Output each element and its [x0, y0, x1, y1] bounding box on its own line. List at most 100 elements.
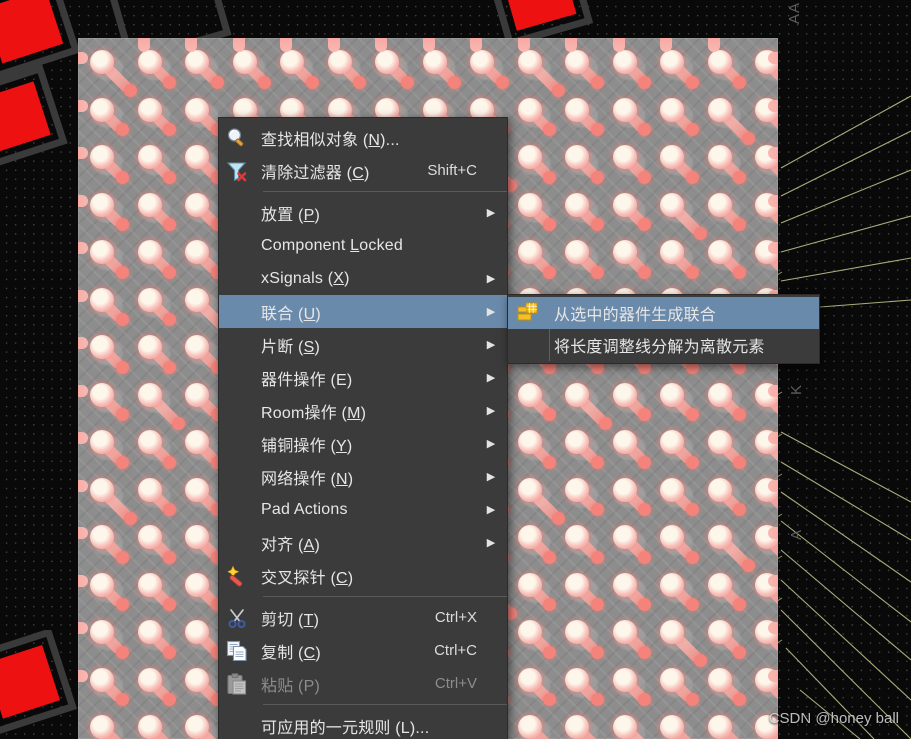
bga-pad[interactable]	[557, 470, 605, 518]
bga-pad[interactable]	[130, 280, 178, 328]
bga-pad[interactable]	[605, 375, 653, 423]
bga-pad[interactable]	[605, 232, 653, 280]
bga-pad[interactable]	[605, 90, 653, 138]
bga-pad[interactable]	[557, 90, 605, 138]
menu-item[interactable]: 器件操作 (E) ▶	[219, 361, 507, 394]
bga-pad[interactable]	[652, 137, 700, 185]
menu-item[interactable]: 网络操作 (N) ▶	[219, 460, 507, 493]
bga-pad[interactable]	[130, 517, 178, 565]
top-escape-pad[interactable]	[375, 38, 387, 52]
menu-item[interactable]: 复制 (C) Ctrl+C	[219, 634, 507, 667]
bga-pad[interactable]	[700, 517, 755, 573]
bga-pad[interactable]	[652, 375, 700, 423]
right-escape-pad[interactable]	[768, 99, 778, 112]
menu-item[interactable]: 清除过滤器 (C) Shift+C	[219, 154, 507, 187]
bga-pad[interactable]	[82, 42, 138, 98]
bga-pad[interactable]	[652, 517, 700, 565]
menu-item[interactable]: Component Locked	[219, 229, 507, 262]
bga-pad[interactable]	[747, 42, 778, 90]
top-escape-pad[interactable]	[660, 38, 672, 52]
bga-pad[interactable]	[130, 90, 178, 138]
menu-item[interactable]: 铺铜操作 (Y) ▶	[219, 427, 507, 460]
bga-pad[interactable]	[747, 517, 778, 565]
bga-pad[interactable]	[510, 422, 558, 470]
bga-pad[interactable]	[510, 185, 558, 233]
bga-pad[interactable]	[82, 280, 130, 328]
bga-pad[interactable]	[700, 90, 755, 145]
bga-pad[interactable]	[605, 612, 653, 660]
bga-pad[interactable]	[700, 375, 748, 423]
left-escape-pad[interactable]	[78, 194, 88, 207]
bga-pad[interactable]	[82, 422, 130, 470]
bga-pad[interactable]	[700, 232, 748, 280]
right-escape-pad[interactable]	[768, 52, 778, 64]
union-submenu[interactable]: 从选中的器件生成联合 将长度调整线分解为离散元素	[507, 294, 820, 364]
right-escape-pad[interactable]	[768, 622, 778, 634]
bga-pad[interactable]	[652, 470, 700, 518]
bga-pad[interactable]	[700, 42, 748, 90]
bga-pad[interactable]	[605, 517, 653, 565]
right-escape-pad[interactable]	[768, 669, 778, 682]
bga-pad[interactable]	[652, 185, 708, 240]
bga-pad[interactable]	[510, 232, 558, 280]
menu-item[interactable]: 放置 (P) ▶	[219, 196, 507, 229]
bga-pad[interactable]	[130, 137, 178, 185]
bga-pad[interactable]	[747, 185, 778, 233]
bga-pad[interactable]	[462, 42, 510, 90]
bga-pad[interactable]	[700, 137, 748, 185]
bga-pad[interactable]	[700, 707, 748, 739]
bga-pad[interactable]	[605, 707, 656, 739]
bga-pad[interactable]	[130, 565, 178, 613]
bga-pad[interactable]	[557, 517, 605, 565]
bga-pad[interactable]	[367, 42, 415, 90]
bga-pad[interactable]	[652, 707, 700, 739]
bga-pad[interactable]	[82, 185, 130, 233]
bga-pad[interactable]	[130, 422, 178, 470]
red-component-top-left-2[interactable]	[0, 62, 86, 182]
bga-pad[interactable]	[225, 42, 273, 90]
menu-item[interactable]: Pad Actions ▶	[219, 493, 507, 526]
bga-pad[interactable]	[82, 375, 130, 423]
top-escape-pad[interactable]	[280, 38, 292, 52]
bga-pad[interactable]	[510, 612, 558, 660]
top-escape-pad[interactable]	[517, 38, 530, 52]
bga-pad[interactable]	[510, 137, 558, 185]
top-escape-pad[interactable]	[565, 38, 577, 52]
menu-item[interactable]: xSignals (X) ▶	[219, 262, 507, 295]
menu-item[interactable]: 片断 (S) ▶	[219, 328, 507, 361]
left-escape-pad[interactable]	[78, 384, 88, 397]
bga-pad[interactable]	[557, 137, 605, 185]
bga-pad[interactable]	[747, 470, 778, 518]
bga-pad[interactable]	[177, 42, 225, 90]
menu-item[interactable]: 可应用的一元规则 (L)...	[219, 709, 507, 739]
bga-pad[interactable]	[652, 612, 708, 668]
menu-item[interactable]: 剪切 (T) Ctrl+X	[219, 601, 507, 634]
bga-pad[interactable]	[510, 42, 565, 98]
bga-pad[interactable]	[82, 565, 130, 613]
bga-pad[interactable]	[557, 612, 605, 660]
bga-pad[interactable]	[130, 185, 178, 233]
bga-pad[interactable]	[82, 707, 130, 739]
bga-pad[interactable]	[82, 137, 130, 185]
bga-pad[interactable]	[130, 707, 178, 739]
right-escape-pad[interactable]	[768, 194, 778, 207]
bga-pad[interactable]	[700, 470, 748, 518]
right-escape-pad[interactable]	[768, 384, 778, 397]
bga-pad[interactable]	[130, 470, 178, 518]
bga-pad[interactable]	[557, 660, 605, 708]
bga-pad[interactable]	[510, 90, 558, 138]
left-escape-pad[interactable]	[78, 289, 88, 302]
bga-pad[interactable]	[510, 517, 558, 565]
bga-pad[interactable]	[747, 375, 778, 423]
bga-pad[interactable]	[747, 565, 778, 613]
bga-pad[interactable]	[272, 42, 320, 90]
left-escape-pad[interactable]	[78, 99, 88, 112]
bga-pad[interactable]	[652, 660, 700, 708]
bga-pad[interactable]	[415, 42, 463, 90]
bga-pad[interactable]	[130, 612, 178, 660]
menu-item[interactable]: Room操作 (M) ▶	[219, 394, 507, 427]
bga-pad[interactable]	[557, 422, 605, 470]
top-escape-pad[interactable]	[137, 38, 150, 52]
bga-pad[interactable]	[747, 137, 778, 185]
context-menu[interactable]: 查找相似对象 (N)... 清除过滤器 (C) Shift+C 放置 (P) ▶ Comp…	[218, 117, 508, 739]
